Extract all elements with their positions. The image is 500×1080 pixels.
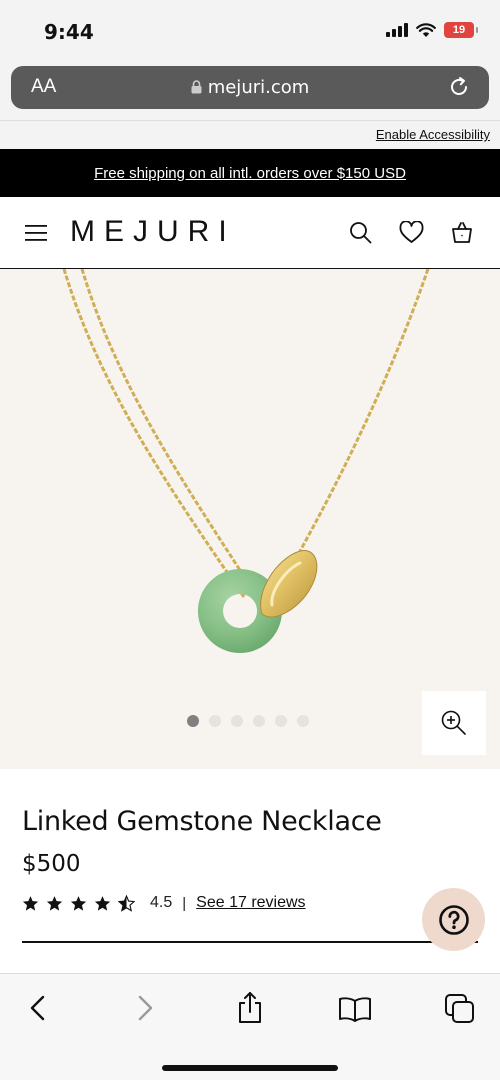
- star-icon: [70, 895, 87, 911]
- menu-icon[interactable]: [25, 224, 47, 242]
- share-icon[interactable]: [236, 991, 264, 1025]
- zoom-button[interactable]: [422, 691, 486, 755]
- status-time: 9:44: [44, 20, 94, 44]
- product-price: $500: [22, 851, 81, 877]
- lock-icon: [191, 80, 202, 94]
- star-icon: [94, 895, 111, 911]
- reload-icon[interactable]: [447, 75, 471, 99]
- heart-icon[interactable]: [399, 221, 424, 244]
- search-icon[interactable]: [349, 221, 372, 244]
- wifi-icon: [416, 22, 436, 37]
- gallery-pagination: [187, 715, 309, 727]
- half-star-icon: [118, 894, 135, 912]
- mejuri-logo[interactable]: MEJURI: [70, 215, 236, 249]
- tabs-icon[interactable]: [444, 993, 476, 1025]
- help-button[interactable]: [422, 888, 485, 951]
- help-icon: [438, 904, 469, 935]
- star-icon: [46, 895, 63, 911]
- star-rating: [22, 894, 135, 912]
- enable-accessibility-link[interactable]: Enable Accessibility: [376, 127, 490, 142]
- bag-icon[interactable]: [451, 221, 473, 244]
- accessibility-bar: Enable Accessibility: [0, 120, 500, 149]
- see-reviews-link[interactable]: See 17 reviews: [196, 894, 305, 912]
- divider: [22, 941, 478, 943]
- battery-icon: 19: [444, 22, 478, 38]
- gallery-dot[interactable]: [275, 715, 287, 727]
- rating-separator: |: [182, 894, 187, 912]
- back-icon[interactable]: [28, 994, 48, 1022]
- product-title: Linked Gemstone Necklace: [22, 806, 382, 837]
- gallery-dot[interactable]: [187, 715, 199, 727]
- address-bar[interactable]: AA mejuri.com: [11, 66, 489, 109]
- browser-toolbar: [0, 973, 500, 1080]
- rating-row: 4.5 | See 17 reviews: [22, 894, 306, 912]
- browser-chrome: AA mejuri.com: [0, 62, 500, 120]
- home-indicator: [162, 1065, 338, 1071]
- url-field[interactable]: mejuri.com: [11, 77, 489, 98]
- zoom-in-icon: [441, 710, 466, 735]
- status-icons: 19: [386, 22, 478, 38]
- status-bar: 9:44 19: [0, 0, 500, 62]
- site-header: MEJURI: [0, 197, 500, 269]
- product-gallery[interactable]: [0, 269, 500, 769]
- rating-value: 4.5: [150, 894, 173, 911]
- gallery-dot[interactable]: [253, 715, 265, 727]
- url-text: mejuri.com: [207, 77, 310, 98]
- gallery-dot[interactable]: [231, 715, 243, 727]
- promo-banner: Free shipping on all intl. orders over $…: [0, 149, 500, 197]
- gallery-dot[interactable]: [209, 715, 221, 727]
- signal-icon: [386, 23, 408, 37]
- forward-icon[interactable]: [135, 994, 155, 1022]
- free-shipping-link[interactable]: Free shipping on all intl. orders over $…: [94, 165, 406, 182]
- bookmarks-icon[interactable]: [338, 996, 372, 1022]
- gallery-dot[interactable]: [297, 715, 309, 727]
- star-icon: [22, 895, 39, 911]
